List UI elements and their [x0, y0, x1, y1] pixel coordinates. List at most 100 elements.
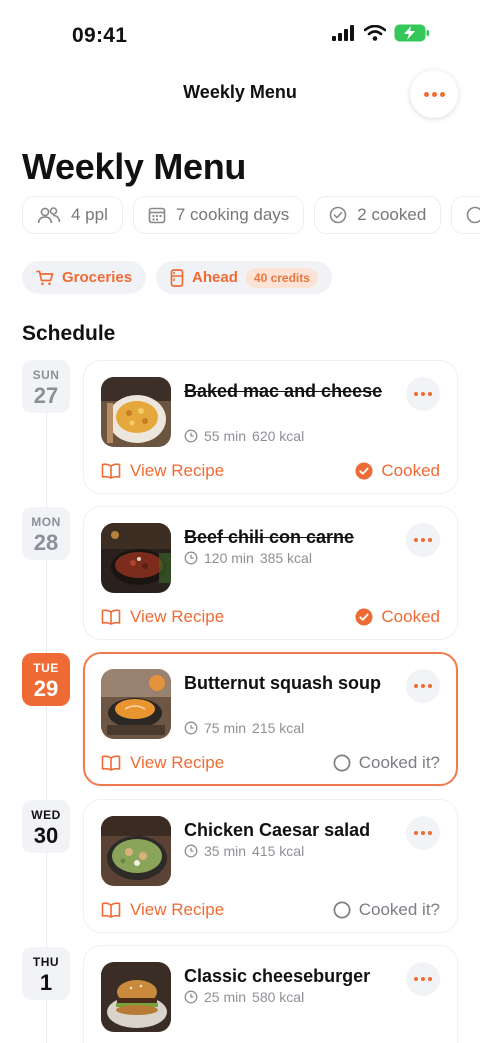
- battery-icon: [394, 24, 429, 42]
- clock-icon: [184, 551, 198, 565]
- clock-icon: [184, 429, 198, 443]
- people-icon: [37, 207, 61, 224]
- meal-photo: [101, 377, 171, 447]
- meal-kcal: 580 kcal: [252, 989, 305, 1005]
- meal-name: Baked mac and cheese: [184, 381, 383, 401]
- meal-more-button[interactable]: [406, 523, 440, 557]
- view-recipe-label: View Recipe: [130, 461, 225, 480]
- stat-cooking-days-label: 7 cooking days: [175, 205, 290, 224]
- day-date: 28: [33, 530, 59, 555]
- meal-time: 35 min: [204, 843, 247, 859]
- cooked-label: Cooked: [381, 461, 440, 480]
- cooked-it-label: Cooked it?: [358, 900, 440, 919]
- meal-card[interactable]: Baked mac and cheese 55 min 620 kcal Vie…: [83, 360, 458, 494]
- signal-icon: [332, 25, 354, 41]
- stat-people-label: 4 ppl: [71, 205, 108, 224]
- check-filled-icon: [355, 608, 373, 626]
- view-recipe-button[interactable]: View Recipe: [101, 461, 224, 481]
- view-recipe-label: View Recipe: [130, 607, 225, 626]
- stat-cooking-days[interactable]: 7 cooking days: [132, 196, 305, 234]
- status-time: 09:41: [72, 24, 128, 47]
- more-icon: [414, 392, 432, 396]
- day-date: 1: [39, 970, 53, 995]
- day-name: WED: [31, 808, 61, 822]
- clock-icon: [184, 721, 198, 735]
- book-icon: [101, 609, 121, 625]
- fridge-icon: [170, 268, 184, 287]
- stat-people[interactable]: 4 ppl: [22, 196, 123, 234]
- cooked-status[interactable]: Cooked: [355, 607, 440, 627]
- stats-row: 4 ppl 7 cooking days 2 cooked: [22, 196, 480, 236]
- schedule-title: Schedule: [22, 322, 116, 345]
- cooked-status[interactable]: Cooked: [355, 461, 440, 481]
- meal-name: Classic cheeseburger: [184, 966, 371, 986]
- meal-name: Butternut squash soup: [184, 673, 381, 693]
- meal-meta: 55 min 620 kcal: [184, 428, 304, 444]
- page-title: Weekly Menu: [22, 146, 247, 187]
- day-name: MON: [31, 515, 61, 529]
- calendar-icon: [148, 207, 166, 224]
- status-bar: 09:41: [0, 0, 480, 70]
- clock-icon: [184, 990, 198, 1004]
- view-recipe-button[interactable]: View Recipe: [101, 900, 224, 920]
- empty-circle-icon: [333, 754, 351, 772]
- clock-icon: [466, 206, 480, 224]
- action-pills: Groceries Ahead 40 credits: [22, 261, 332, 294]
- meal-photo: [101, 669, 171, 739]
- ahead-button[interactable]: Ahead 40 credits: [156, 261, 332, 294]
- stat-cooked[interactable]: 2 cooked: [314, 196, 442, 234]
- meal-card[interactable]: Chicken Caesar salad 35 min 415 kcal Vie…: [83, 799, 458, 933]
- ahead-label: Ahead: [192, 269, 238, 286]
- meal-more-button[interactable]: [406, 377, 440, 411]
- meal-card[interactable]: Beef chili con carne 120 min 385 kcal Vi…: [83, 506, 458, 640]
- groceries-button[interactable]: Groceries: [22, 261, 147, 294]
- day-date: 30: [33, 823, 59, 848]
- meal-kcal: 385 kcal: [259, 550, 312, 566]
- day-badge: SUN 27: [22, 360, 70, 413]
- book-icon: [101, 755, 121, 771]
- day-date: 27: [33, 383, 59, 408]
- meal-more-button[interactable]: [406, 669, 440, 703]
- meal-card-today[interactable]: Butternut squash soup 75 min 215 kcal Vi…: [83, 652, 458, 786]
- meal-time: 75 min: [204, 720, 247, 736]
- wifi-icon: [364, 25, 386, 41]
- cooked-it-toggle[interactable]: Cooked it?: [333, 753, 440, 773]
- cooked-label: Cooked: [381, 607, 440, 626]
- day-date: 29: [33, 676, 59, 701]
- cooked-it-toggle[interactable]: Cooked it?: [333, 900, 440, 920]
- meal-card[interactable]: Classic cheeseburger 25 min 580 kcal: [83, 945, 458, 1043]
- groceries-label: Groceries: [62, 269, 133, 286]
- day-name: SUN: [32, 368, 60, 382]
- meal-kcal: 215 kcal: [252, 720, 305, 736]
- day-name: TUE: [33, 661, 59, 675]
- meal-photo: [101, 816, 171, 886]
- meal-time: 55 min: [204, 428, 247, 444]
- book-icon: [101, 463, 121, 479]
- meal-kcal: 415 kcal: [252, 843, 305, 859]
- stat-more[interactable]: [451, 196, 480, 234]
- day-badge: WED 30: [22, 800, 70, 853]
- stat-cooked-label: 2 cooked: [357, 205, 427, 224]
- day-badge-today: TUE 29: [22, 653, 70, 706]
- view-recipe-button[interactable]: View Recipe: [101, 753, 224, 773]
- more-icon: [414, 831, 432, 835]
- cooked-it-label: Cooked it?: [358, 753, 440, 772]
- empty-circle-icon: [333, 901, 351, 919]
- nav-title: Weekly Menu: [183, 82, 297, 102]
- more-options-button[interactable]: [410, 70, 458, 118]
- day-name: THU: [32, 955, 60, 969]
- view-recipe-button[interactable]: View Recipe: [101, 607, 224, 627]
- meal-more-button[interactable]: [406, 962, 440, 996]
- meal-more-button[interactable]: [406, 816, 440, 850]
- view-recipe-label: View Recipe: [130, 753, 225, 772]
- view-recipe-label: View Recipe: [130, 900, 225, 919]
- navigation-bar: Weekly Menu: [0, 70, 480, 118]
- meal-name: Chicken Caesar salad: [184, 820, 371, 840]
- status-icons: [332, 24, 430, 42]
- credits-badge: 40 credits: [245, 267, 318, 288]
- meal-photo: [101, 523, 171, 593]
- meal-name: Beef chili con carne: [184, 527, 355, 547]
- clock-icon: [184, 844, 198, 858]
- more-icon: [423, 91, 445, 97]
- meal-meta: 35 min 415 kcal: [184, 843, 304, 859]
